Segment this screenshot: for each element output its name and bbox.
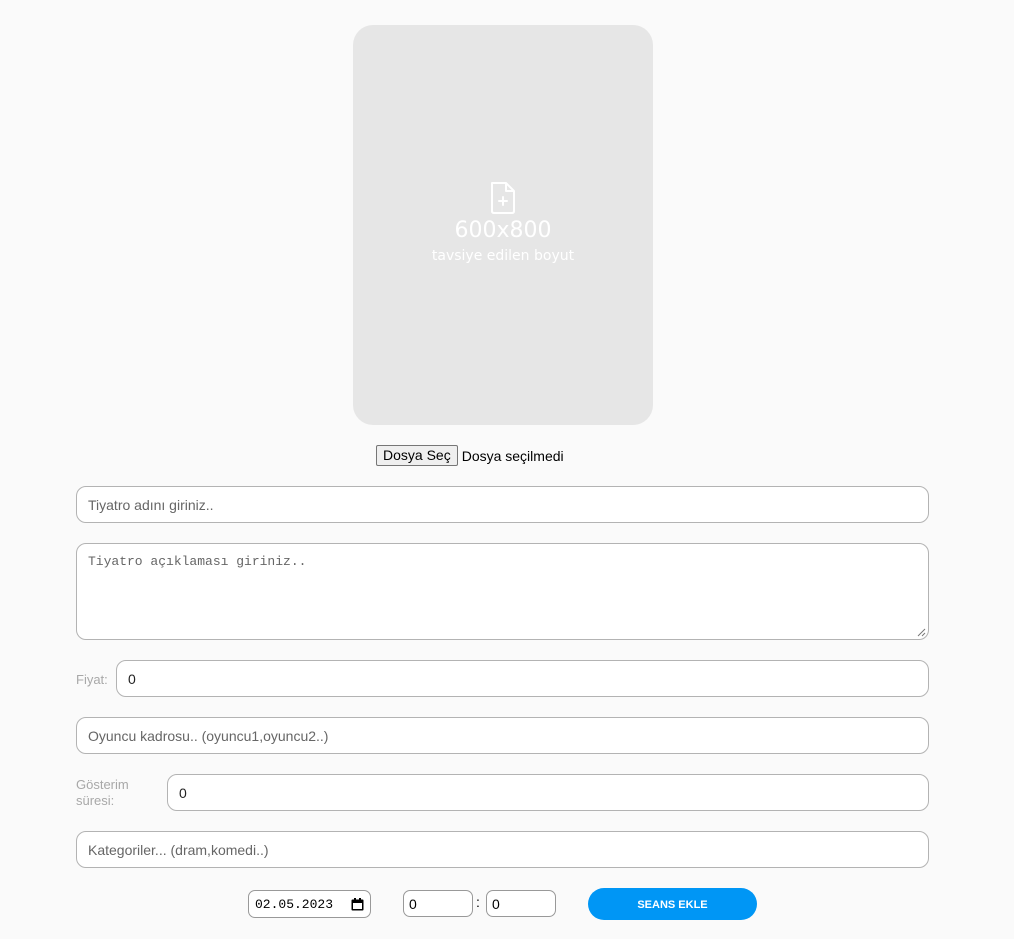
session-minute-input[interactable]: 0 [486,890,556,917]
session-hour-value: 0 [409,895,417,912]
calendar-icon[interactable] [351,897,364,911]
theater-description-textarea[interactable]: Tiyatro açıklaması giriniz.. [76,543,929,640]
add-theater-form-page: 600x800 tavsiye edilen boyut Dosya Seç D… [0,0,1014,939]
file-plus-icon [491,182,515,214]
price-input[interactable]: 0 [116,660,929,697]
poster-hint-text: tavsiye edilen boyut [431,248,575,264]
session-minute-value: 0 [492,895,500,912]
choose-file-button[interactable]: Dosya Seç [376,445,458,466]
price-value: 0 [128,670,136,687]
session-date-value: 02.05.2023 [255,896,334,912]
theater-name-placeholder: Tiyatro adını giriniz.. [88,496,214,513]
add-session-button[interactable]: SEANS EKLE [588,888,757,920]
theater-name-input[interactable]: Tiyatro adını giriniz.. [76,486,929,523]
file-status-text: Dosya seçilmedi [461,447,564,464]
poster-upload-area[interactable]: 600x800 tavsiye edilen boyut [353,25,653,425]
categories-placeholder: Kategoriler... (dram,komedi..) [88,841,269,858]
time-separator: : [476,894,480,910]
cast-input[interactable]: Oyuncu kadrosu.. (oyuncu1,oyuncu2..) [76,717,929,754]
duration-label: Gösterim süresi: [76,777,129,808]
poster-size-text: 600x800 [454,218,552,243]
theater-description-placeholder: Tiyatro açıklaması giriniz.. [88,554,307,569]
duration-value: 0 [179,784,187,801]
resize-grip-icon[interactable] [917,628,926,637]
file-input: Dosya Seç Dosya seçilmedi [376,445,564,466]
duration-input[interactable]: 0 [167,774,929,811]
categories-input[interactable]: Kategoriler... (dram,komedi..) [76,831,929,868]
cast-placeholder: Oyuncu kadrosu.. (oyuncu1,oyuncu2..) [88,727,329,744]
price-label: Fiyat: [76,672,108,687]
session-hour-input[interactable]: 0 [403,890,473,917]
session-date-input[interactable]: 02.05.2023 [248,890,371,918]
